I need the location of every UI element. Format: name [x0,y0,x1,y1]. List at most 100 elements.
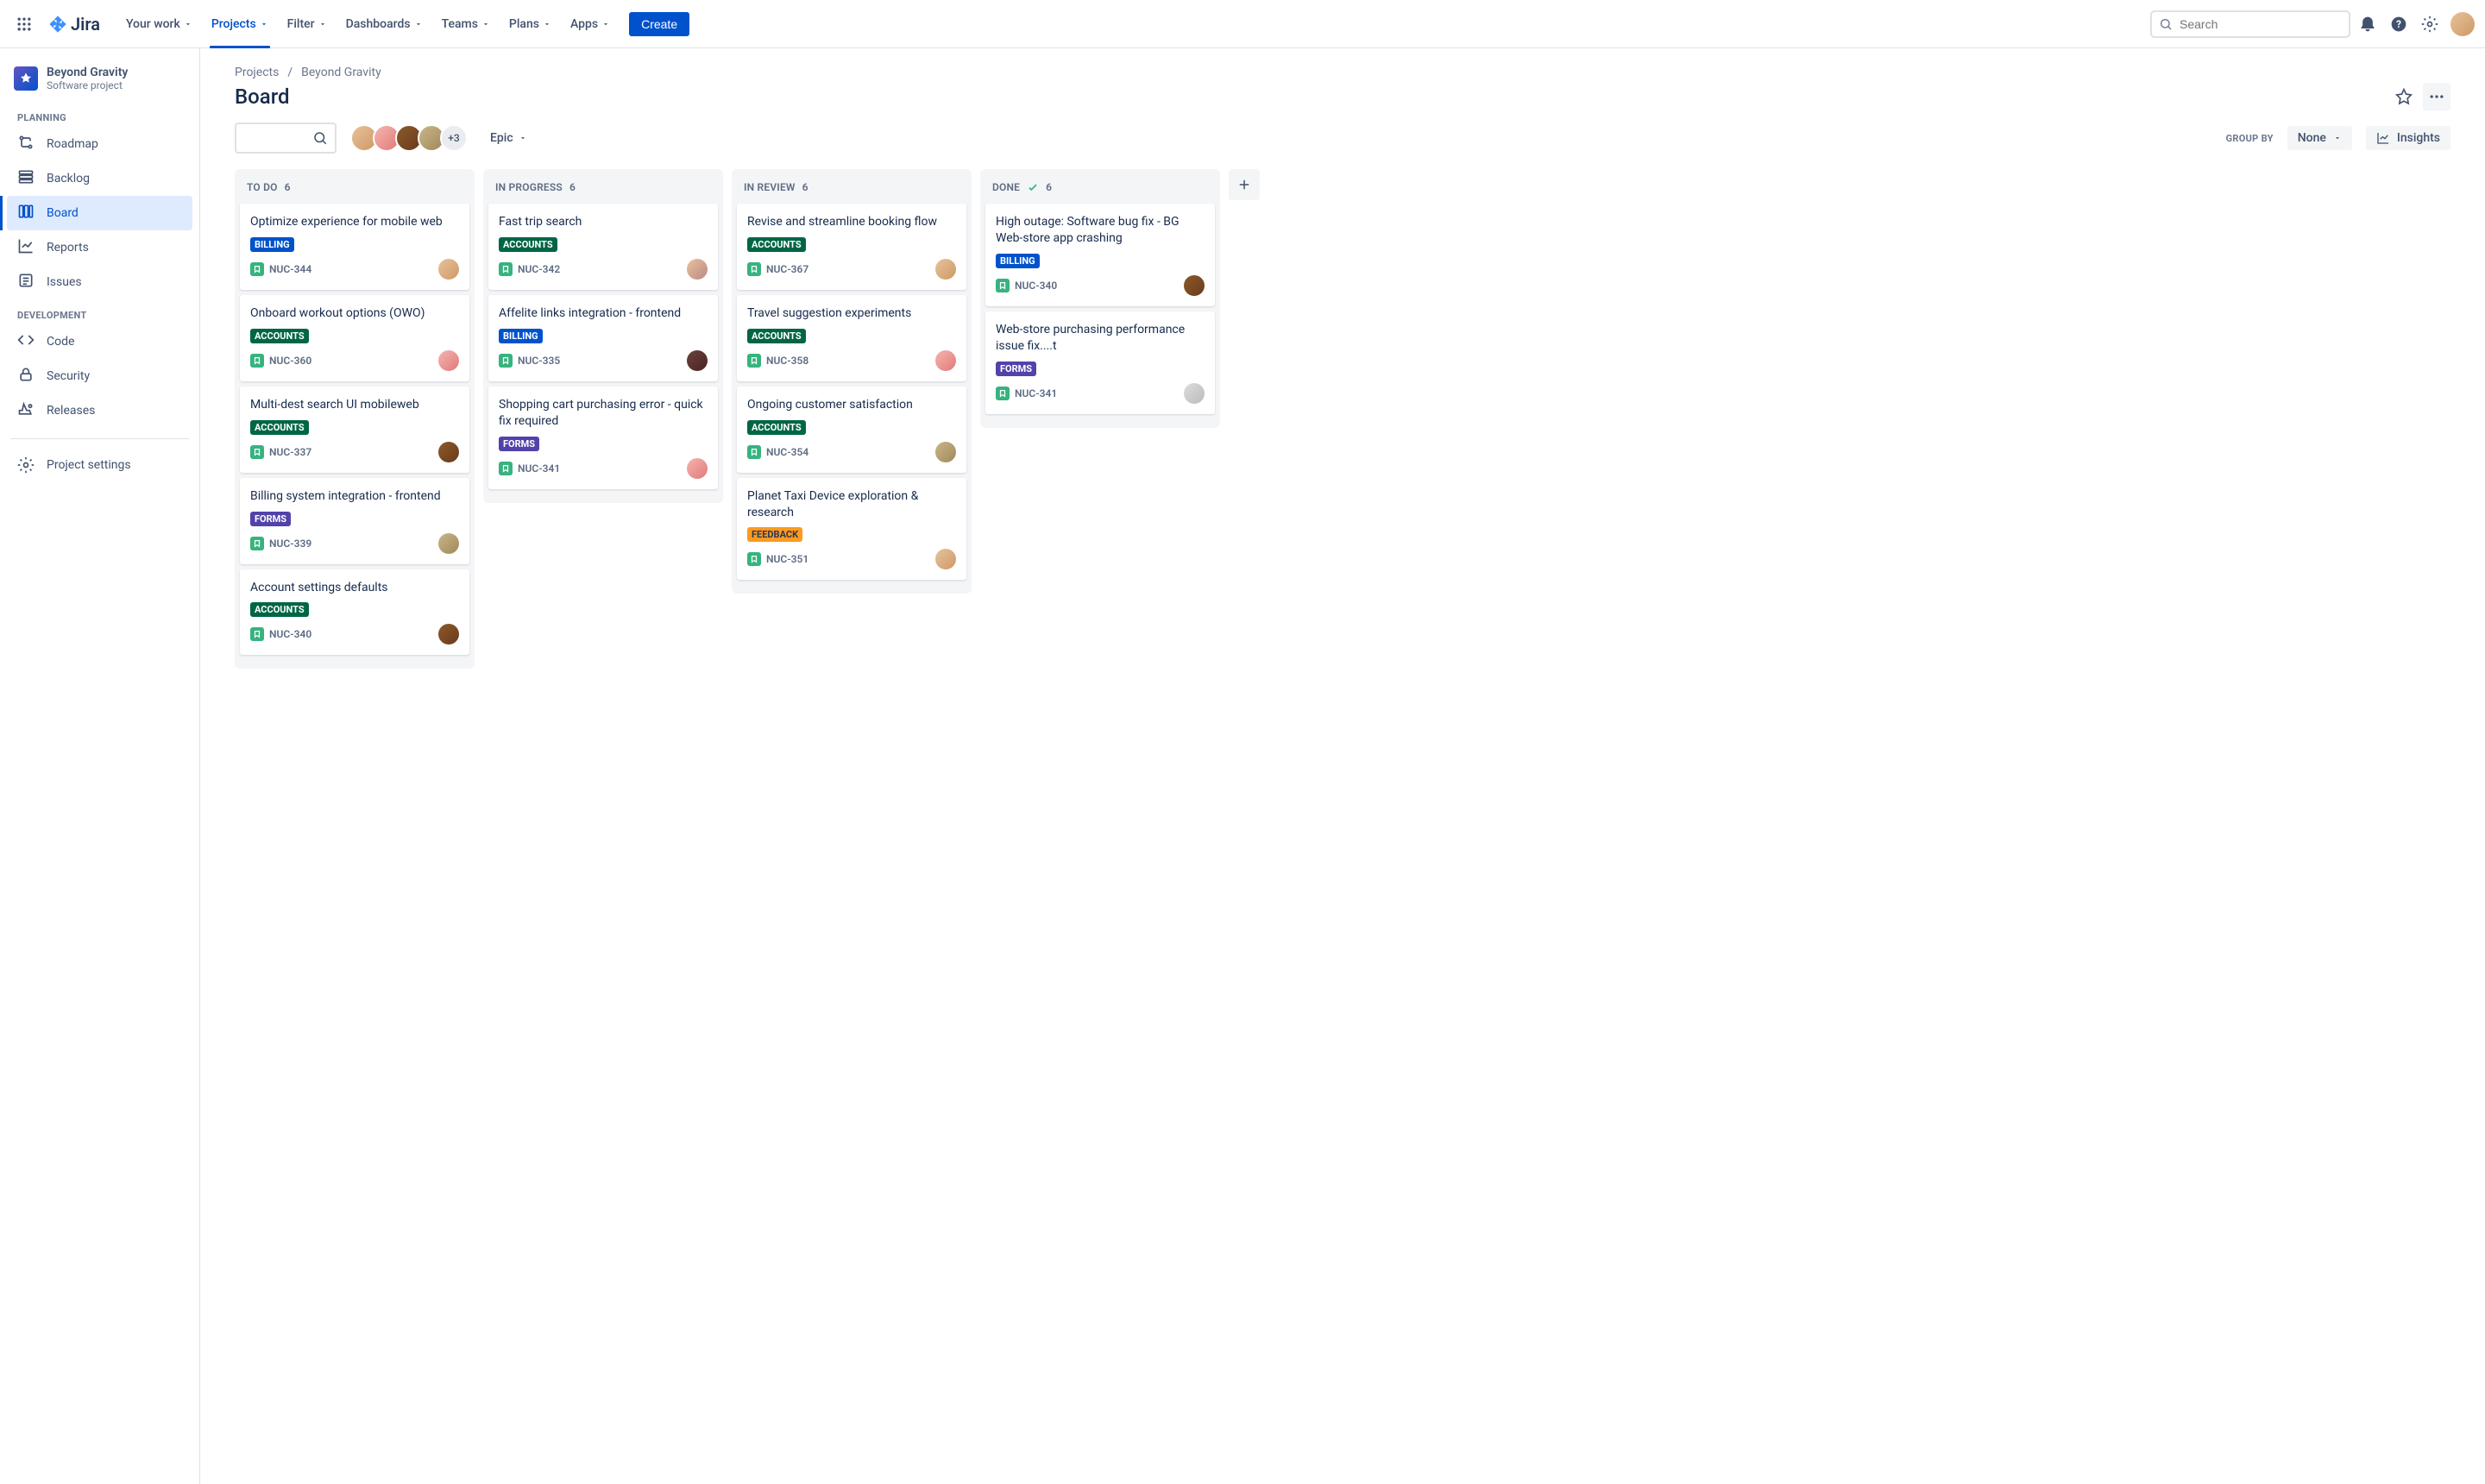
epic-tag[interactable]: ACCOUNTS [499,237,557,252]
assignee-avatar[interactable] [1184,275,1205,296]
issue-card[interactable]: Shopping cart purchasing error - quick f… [488,387,718,489]
sidebar-item-board[interactable]: Board [7,196,192,230]
issue-key[interactable]: NUC-341 [1015,387,1057,399]
issue-card[interactable]: Web-store purchasing performance issue f… [985,311,1215,414]
epic-tag[interactable]: FORMS [250,512,291,526]
jira-logo[interactable]: Jira [41,14,107,35]
issue-card[interactable]: Fast trip search ACCOUNTS NUC-342 [488,204,718,290]
issue-card[interactable]: Onboard workout options (OWO) ACCOUNTS N… [240,295,469,381]
assignee-filter[interactable]: +3 [350,124,468,152]
column-header[interactable]: IN PROGRESS6 [488,178,718,204]
column-header[interactable]: IN REVIEW6 [737,178,966,204]
issue-card[interactable]: High outage: Software bug fix - BG Web-s… [985,204,1215,306]
issue-key[interactable]: NUC-340 [269,628,311,640]
create-button[interactable]: Create [629,12,689,36]
epic-tag[interactable]: ACCOUNTS [250,602,309,617]
notifications-icon[interactable] [2354,10,2381,38]
epic-tag[interactable]: FORMS [996,362,1036,376]
add-column-button[interactable] [1229,169,1260,200]
issue-key[interactable]: NUC-337 [269,446,311,458]
sidebar-item-backlog[interactable]: Backlog [7,161,192,196]
nav-item[interactable]: Plans [500,12,560,36]
issue-card[interactable]: Affelite links integration - frontend BI… [488,295,718,381]
epic-tag[interactable]: BILLING [499,329,543,343]
assignee-avatar[interactable] [438,624,459,645]
assignee-avatar[interactable] [438,533,459,554]
issue-card[interactable]: Ongoing customer satisfaction ACCOUNTS N… [737,387,966,473]
issue-key[interactable]: NUC-339 [269,538,311,550]
epic-tag[interactable]: BILLING [250,237,294,252]
more-icon[interactable] [2423,83,2450,110]
gear-icon [17,456,35,474]
sidebar-item-code[interactable]: Code [7,324,192,359]
issue-key[interactable]: NUC-344 [269,263,311,275]
settings-icon[interactable] [2416,10,2444,38]
nav-item[interactable]: Your work [117,12,201,36]
breadcrumb-link[interactable]: Projects [235,66,279,79]
epic-tag[interactable]: FEEDBACK [747,527,802,542]
search-box[interactable] [2150,10,2350,38]
assignee-avatar[interactable] [438,259,459,280]
reports-icon [17,237,35,258]
assignee-avatar[interactable] [1184,383,1205,404]
search-input[interactable] [2180,17,2342,31]
sidebar-item-releases[interactable]: Releases [7,393,192,428]
nav-item[interactable]: Apps [562,12,619,36]
assignee-avatar[interactable] [438,350,459,371]
issue-key[interactable]: NUC-358 [766,355,808,367]
profile-avatar[interactable] [2450,12,2475,36]
insights-button[interactable]: Insights [2366,126,2450,150]
epic-tag[interactable]: ACCOUNTS [250,420,309,435]
issue-card[interactable]: Account settings defaults ACCOUNTS NUC-3… [240,569,469,656]
column-header[interactable]: DONE6 [985,178,1215,204]
assignee-avatar[interactable] [935,350,956,371]
epic-tag[interactable]: ACCOUNTS [250,329,309,343]
issue-key[interactable]: NUC-340 [1015,280,1057,292]
issue-card[interactable]: Optimize experience for mobile web BILLI… [240,204,469,290]
issue-key[interactable]: NUC-351 [766,553,808,565]
sidebar-item-reports[interactable]: Reports [7,230,192,265]
star-icon[interactable] [2390,83,2418,110]
sidebar-item-security[interactable]: Security [7,359,192,393]
epic-filter[interactable]: Epic [481,126,536,150]
assignee-avatar[interactable] [935,259,956,280]
assignee-avatar[interactable] [687,259,708,280]
help-icon[interactable]: ? [2385,10,2413,38]
issue-card[interactable]: Multi-dest search UI mobileweb ACCOUNTS … [240,387,469,473]
sidebar-item-issues[interactable]: Issues [7,265,192,299]
nav-item[interactable]: Dashboards [337,12,431,36]
assignee-avatar[interactable] [687,458,708,479]
issue-card[interactable]: Travel suggestion experiments ACCOUNTS N… [737,295,966,381]
sidebar-project-settings[interactable]: Project settings [7,450,192,481]
issue-card[interactable]: Planet Taxi Device exploration & researc… [737,478,966,581]
filter-search[interactable] [235,123,337,154]
breadcrumb-link[interactable]: Beyond Gravity [301,66,381,79]
issue-key[interactable]: NUC-341 [518,462,560,475]
epic-tag[interactable]: ACCOUNTS [747,329,806,343]
app-switcher-icon[interactable] [10,10,38,38]
assignee-avatar[interactable] [935,549,956,569]
assignee-avatar[interactable] [935,442,956,462]
epic-tag[interactable]: ACCOUNTS [747,237,806,252]
epic-tag[interactable]: BILLING [996,254,1040,268]
issue-key[interactable]: NUC-360 [269,355,311,367]
issue-key[interactable]: NUC-335 [518,355,560,367]
epic-tag[interactable]: FORMS [499,437,539,451]
avatar-more[interactable]: +3 [440,124,468,152]
nav-item[interactable]: Projects [203,12,277,36]
nav-item[interactable]: Teams [433,12,499,36]
issue-key[interactable]: NUC-367 [766,263,808,275]
nav-item[interactable]: Filter [279,12,336,36]
column-header[interactable]: TO DO6 [240,178,469,204]
issue-card[interactable]: Revise and streamline booking flow ACCOU… [737,204,966,290]
story-icon [499,262,513,276]
assignee-avatar[interactable] [438,442,459,462]
issue-key[interactable]: NUC-354 [766,446,808,458]
sidebar-item-roadmap[interactable]: Roadmap [7,127,192,161]
issue-card[interactable]: Billing system integration - frontend FO… [240,478,469,564]
group-by-select[interactable]: None [2287,126,2352,150]
issue-key[interactable]: NUC-342 [518,263,560,275]
project-header[interactable]: Beyond Gravity Software project [7,62,192,102]
assignee-avatar[interactable] [687,350,708,371]
epic-tag[interactable]: ACCOUNTS [747,420,806,435]
